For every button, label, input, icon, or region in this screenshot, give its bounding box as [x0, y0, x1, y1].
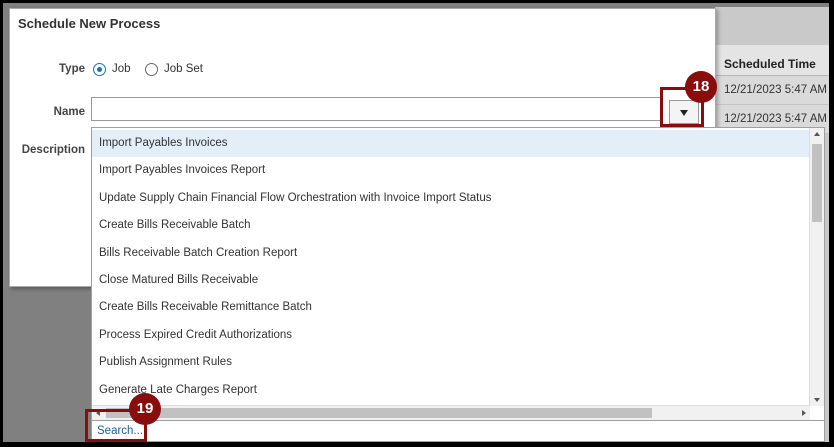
scroll-right-arrow-icon[interactable] [802, 410, 806, 416]
table-cell: 12/21/2023 5:47 AM [715, 76, 829, 105]
callout-badge-18: 18 [685, 71, 717, 103]
screen-frame: Scheduled Time 12/21/2023 5:47 AM 12/21/… [3, 3, 829, 442]
list-item[interactable]: Generate Late Charges Report [92, 377, 810, 404]
table-cell-text: 12/21/2023 5:47 AM [724, 113, 827, 125]
table-header-scheduled-time: Scheduled Time [715, 45, 829, 76]
list-item[interactable]: Publish Assignment Rules [92, 349, 810, 376]
list-item[interactable]: Import Payables Invoices Report [92, 157, 810, 184]
name-label: Name [53, 106, 85, 118]
dropdown-footer: Search... [91, 421, 825, 442]
description-label: Description [21, 144, 85, 156]
list-item[interactable]: Create Bills Receivable Remittance Batch [92, 294, 810, 321]
horizontal-scroll-thumb[interactable] [106, 408, 652, 418]
callout-badge-19: 19 [129, 393, 161, 425]
type-radio-job-set[interactable] [145, 63, 158, 76]
type-option-job-label[interactable]: Job [112, 63, 131, 75]
list-item[interactable]: Import Payables Invoices [92, 130, 810, 157]
scroll-up-arrow-icon[interactable] [814, 132, 820, 136]
type-label: Type [59, 63, 85, 75]
vertical-scroll-thumb[interactable] [812, 144, 822, 222]
table-cell-text: 12/21/2023 5:47 AM [724, 84, 827, 96]
list-item[interactable]: Close Matured Bills Receivable [92, 267, 810, 294]
vertical-scrollbar[interactable] [809, 128, 824, 406]
list-item[interactable]: Create Bills Receivable Batch [92, 212, 810, 239]
dialog-title: Schedule New Process [18, 16, 161, 31]
list-item[interactable]: Update Supply Chain Financial Flow Orche… [92, 185, 810, 212]
name-input[interactable] [91, 97, 662, 121]
type-radio-job[interactable] [93, 63, 106, 76]
name-dropdown-list: Import Payables Invoices Import Payables… [91, 127, 825, 421]
list-item[interactable]: Process Expired Credit Authorizations [92, 322, 810, 349]
scroll-down-arrow-icon[interactable] [814, 398, 820, 402]
horizontal-scrollbar[interactable] [92, 405, 810, 420]
type-option-job-set-label[interactable]: Job Set [164, 63, 203, 75]
list-item[interactable]: Bills Receivable Batch Creation Report [92, 240, 810, 267]
table-header-label: Scheduled Time [724, 57, 816, 71]
